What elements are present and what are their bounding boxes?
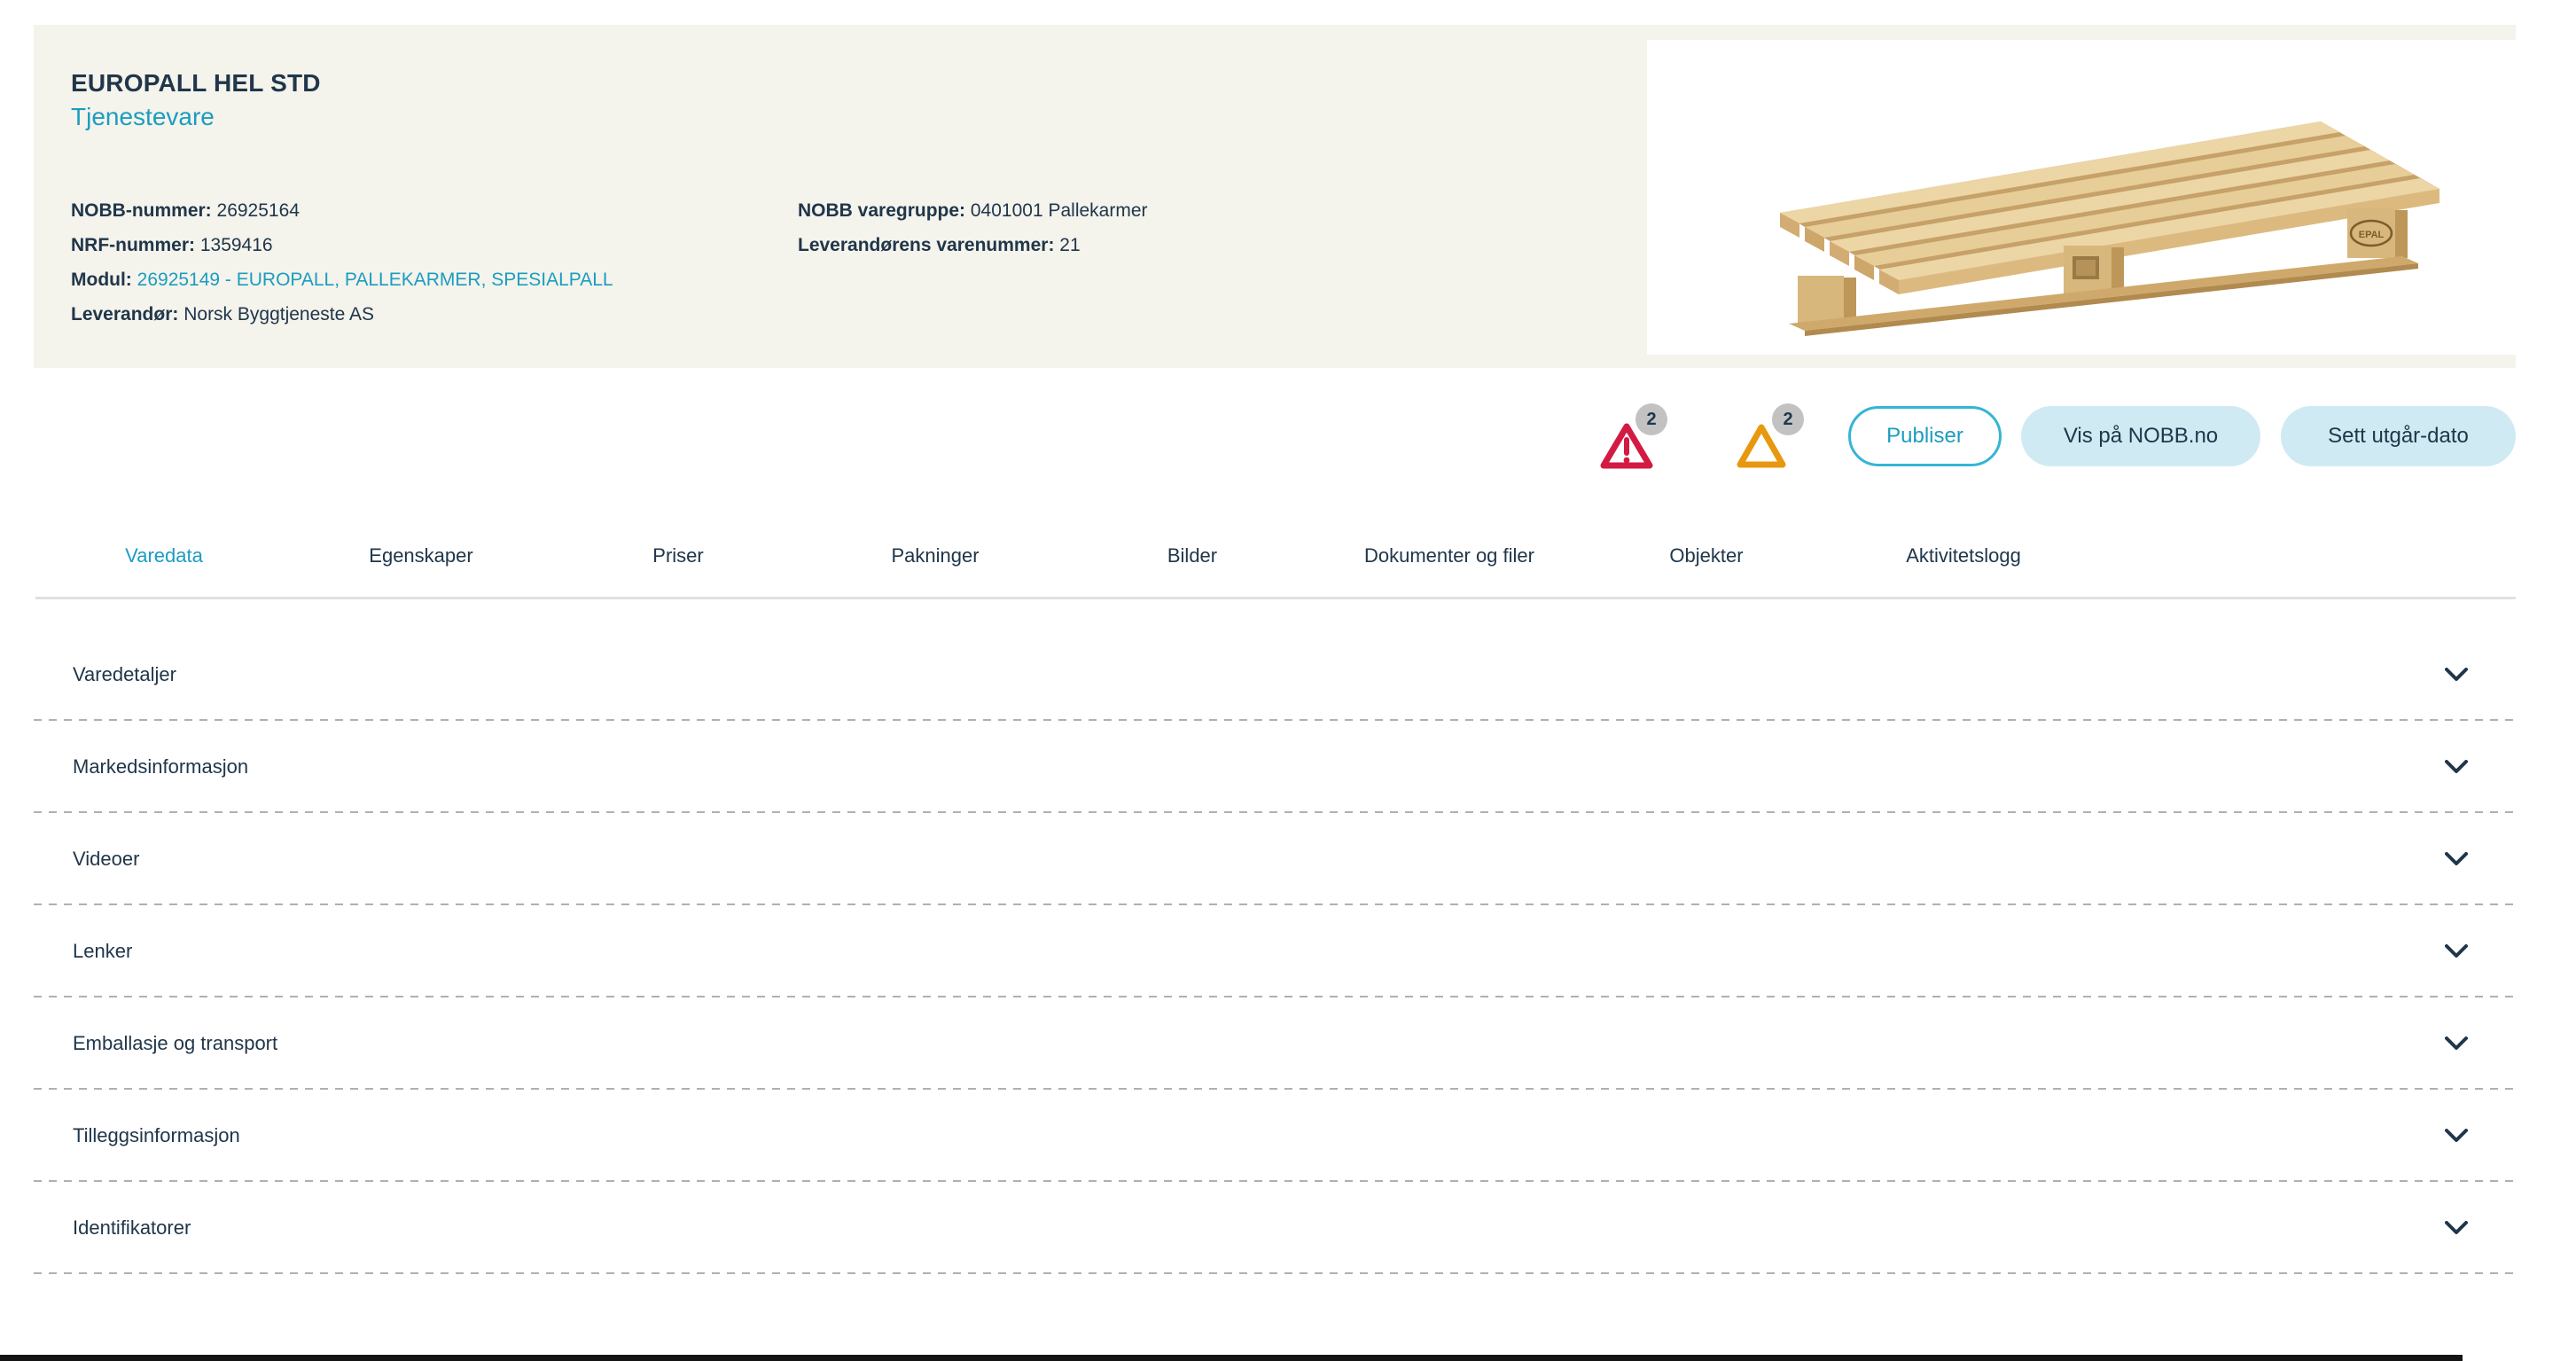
supplier-item-number-value: 21 xyxy=(1059,235,1080,255)
accordion-varedetaljer[interactable]: Varedetaljer xyxy=(34,629,2516,721)
product-info: NOBB-nummer: 26925164 NRF-nummer: 135941… xyxy=(71,193,1418,332)
product-title-block: EUROPALL HEL STD Tjenestevare xyxy=(71,69,321,133)
accordion-lenker[interactable]: Lenker xyxy=(34,905,2516,997)
product-info-right: NOBB varegruppe: 0401001 Pallekarmer Lev… xyxy=(798,193,1418,262)
accordion-title: Tilleggsinformasjon xyxy=(73,1124,240,1147)
nrf-number-label: NRF-nummer: xyxy=(71,235,195,255)
chevron-down-icon xyxy=(2445,1129,2468,1143)
module-link[interactable]: 26925149 - EUROPALL, PALLEKARMER, SPESIA… xyxy=(137,270,613,290)
product-header: EUROPALL HEL STD Tjenestevare NOBB-numme… xyxy=(34,25,2516,368)
chevron-down-icon xyxy=(2445,1036,2468,1051)
chevron-down-icon xyxy=(2445,944,2468,958)
tab-pakninger[interactable]: Pakninger xyxy=(807,532,1064,597)
nobb-number-value: 26925164 xyxy=(217,200,300,221)
nobb-number-row: NOBB-nummer: 26925164 xyxy=(71,193,674,228)
accordion-title: Varedetaljer xyxy=(73,663,176,686)
publish-button[interactable]: Publiser xyxy=(1848,406,2002,466)
accordion-title: Identifikatorer xyxy=(73,1216,191,1240)
warning-count-badge: 2 xyxy=(1772,403,1804,435)
chevron-down-icon xyxy=(2445,760,2468,774)
product-type: Tjenestevare xyxy=(71,101,321,133)
nrf-number-row: NRF-nummer: 1359416 xyxy=(71,228,674,262)
tab-egenskaper[interactable]: Egenskaper xyxy=(293,532,550,597)
supplier-value: Norsk Byggtjeneste AS xyxy=(183,304,374,325)
chevron-down-icon xyxy=(2445,668,2468,682)
tab-objekter[interactable]: Objekter xyxy=(1578,532,1835,597)
accordion-videoer[interactable]: Videoer xyxy=(34,813,2516,905)
supplier-item-number-row: Leverandørens varenummer: 21 xyxy=(798,228,1418,262)
set-expiry-date-button[interactable]: Sett utgår-dato xyxy=(2281,406,2516,466)
chevron-down-icon xyxy=(2445,1221,2468,1235)
accordion-emballasje-og-transport[interactable]: Emballasje og transport xyxy=(34,997,2516,1090)
accordion-title: Videoer xyxy=(73,848,139,871)
product-info-left: NOBB-nummer: 26925164 NRF-nummer: 135941… xyxy=(71,193,674,332)
tab-bar: Varedata Egenskaper Priser Pakninger Bil… xyxy=(35,532,2516,599)
accordion-identifikatorer[interactable]: Identifikatorer xyxy=(34,1182,2516,1274)
item-group-value: 0401001 Pallekarmer xyxy=(971,200,1148,221)
product-page: EUROPALL HEL STD Tjenestevare NOBB-numme… xyxy=(0,0,2576,1361)
footer-edge xyxy=(0,1355,2463,1361)
tab-varedata[interactable]: Varedata xyxy=(35,532,293,597)
tab-bilder[interactable]: Bilder xyxy=(1064,532,1321,597)
product-image-panel: EPAL xyxy=(1647,40,2516,355)
tab-priser[interactable]: Priser xyxy=(550,532,807,597)
nobb-number-label: NOBB-nummer: xyxy=(71,200,212,221)
item-group-label: NOBB varegruppe: xyxy=(798,200,965,221)
pallet-image: EPAL xyxy=(1647,40,2516,355)
page-title: EUROPALL HEL STD xyxy=(71,69,321,98)
module-row: Modul: 26925149 - EUROPALL, PALLEKARMER,… xyxy=(71,262,674,297)
module-label: Modul: xyxy=(71,270,132,290)
item-group-row: NOBB varegruppe: 0401001 Pallekarmer xyxy=(798,193,1418,228)
supplier-label: Leverandør: xyxy=(71,304,178,325)
nrf-number-value: 1359416 xyxy=(200,235,273,255)
accordion-title: Lenker xyxy=(73,940,132,963)
tab-aktivitetslogg[interactable]: Aktivitetslogg xyxy=(1835,532,2092,597)
chevron-down-icon xyxy=(2445,852,2468,866)
view-on-nobb-button[interactable]: Vis på NOBB.no xyxy=(2021,406,2260,466)
accordion-title: Markedsinformasjon xyxy=(73,755,248,778)
error-count-badge: 2 xyxy=(1635,403,1667,435)
supplier-item-number-label: Leverandørens varenummer: xyxy=(798,235,1054,255)
accordion-markedsinformasjon[interactable]: Markedsinformasjon xyxy=(34,721,2516,813)
accordion-list: Varedetaljer Markedsinformasjon Videoer … xyxy=(34,629,2516,1274)
accordion-tilleggsinformasjon[interactable]: Tilleggsinformasjon xyxy=(34,1090,2516,1182)
accordion-title: Emballasje og transport xyxy=(73,1032,277,1055)
tab-dokumenter-og-filer[interactable]: Dokumenter og filer xyxy=(1321,532,1578,597)
supplier-row: Leverandør: Norsk Byggtjeneste AS xyxy=(71,297,674,332)
epal-mark: EPAL xyxy=(2359,230,2385,240)
